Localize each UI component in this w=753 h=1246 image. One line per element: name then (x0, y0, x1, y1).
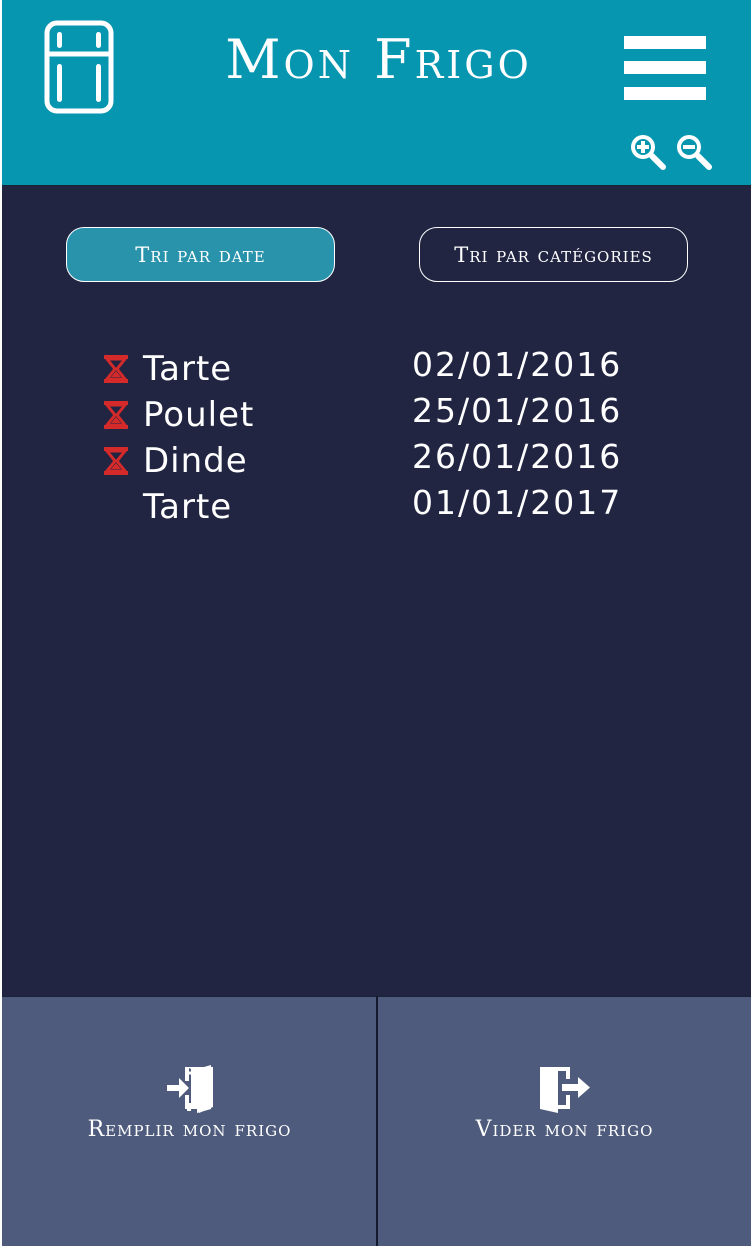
list-item[interactable]: Tarte 02/01/2016 (2, 345, 751, 392)
hamburger-menu-icon[interactable] (624, 36, 706, 100)
item-name: Tarte (143, 349, 233, 389)
empty-fridge-label: Vider mon frigo (475, 1117, 654, 1142)
hourglass-icon (103, 447, 129, 475)
item-name: Poulet (143, 395, 255, 435)
fill-fridge-label: Remplir mon frigo (87, 1117, 292, 1142)
hourglass-icon (103, 401, 129, 429)
sort-by-date-button[interactable]: Tri par date (66, 227, 335, 282)
door-exit-icon (540, 1067, 590, 1113)
zoom-in-icon[interactable] (628, 132, 666, 170)
item-date: 25/01/2016 (412, 391, 623, 430)
list-item[interactable]: Dinde 26/01/2016 (2, 437, 751, 484)
item-date: 02/01/2016 (412, 345, 623, 384)
main-content: Tri par date Tri par catégories Tarte 02… (2, 186, 751, 996)
list-item[interactable]: Poulet 25/01/2016 (2, 391, 751, 438)
item-name: Dinde (143, 441, 248, 481)
item-date: 01/01/2017 (412, 483, 623, 522)
item-name: Tarte (143, 487, 233, 527)
door-enter-icon (167, 1065, 213, 1113)
empty-fridge-button[interactable]: Vider mon frigo (378, 996, 751, 1246)
item-date: 26/01/2016 (412, 437, 623, 476)
food-list: Tarte 02/01/2016 Poulet 25/01/2016 Dinde… (2, 345, 751, 530)
sort-by-category-button[interactable]: Tri par catégories (419, 227, 688, 282)
zoom-out-icon[interactable] (674, 132, 712, 170)
hourglass-icon (103, 355, 129, 383)
app-header: Mon Frigo (2, 0, 751, 186)
list-item[interactable]: Tarte 01/01/2017 (2, 483, 751, 530)
fill-fridge-button[interactable]: Remplir mon frigo (2, 996, 377, 1246)
